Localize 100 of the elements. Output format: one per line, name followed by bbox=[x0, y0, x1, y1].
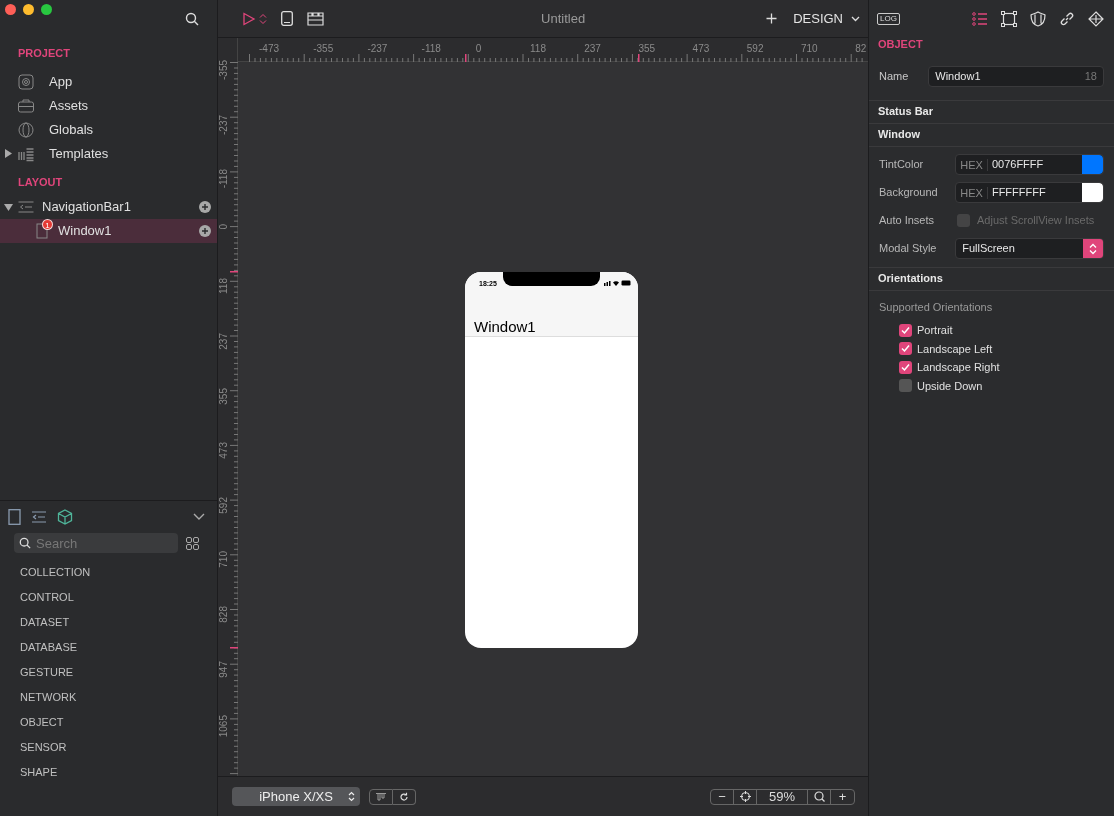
item-label: Assets bbox=[49, 96, 88, 115]
checkbox-label: Adjust ScrollView Insets bbox=[977, 213, 1095, 229]
minimize-button[interactable] bbox=[23, 4, 34, 15]
link-icon[interactable] bbox=[1059, 11, 1075, 27]
checkbox-label: Upside Down bbox=[917, 378, 983, 394]
ruler-label: 592 bbox=[219, 496, 229, 514]
search-icon[interactable] bbox=[185, 12, 199, 26]
disclosure-triangle[interactable] bbox=[4, 202, 13, 212]
ruler-label: -355 bbox=[313, 44, 334, 54]
ruler-label: 355 bbox=[219, 387, 229, 405]
diamond-icon[interactable] bbox=[1088, 11, 1104, 27]
checkbox-label: Landscape Right bbox=[917, 360, 1000, 375]
cube-icon[interactable] bbox=[57, 509, 73, 525]
zoom-button[interactable] bbox=[41, 4, 52, 15]
mode-dropdown[interactable]: DESIGN bbox=[793, 8, 860, 29]
grid-icon[interactable] bbox=[186, 536, 199, 550]
color-field[interactable]: HEX FFFFFFFF bbox=[955, 182, 1104, 203]
stepper-icon bbox=[1083, 239, 1103, 258]
phone-icon[interactable] bbox=[281, 11, 293, 26]
close-button[interactable] bbox=[5, 4, 16, 15]
category-item[interactable]: CONTROL bbox=[20, 589, 74, 606]
section-header: LAYOUT bbox=[17, 174, 64, 190]
plus-icon[interactable] bbox=[766, 13, 778, 24]
navigation-title: Window1 bbox=[474, 317, 536, 337]
section-header: Status Bar bbox=[878, 104, 934, 120]
device-dropdown[interactable]: iPhone X/XS bbox=[232, 787, 360, 806]
category-item[interactable]: DATABASE bbox=[20, 639, 78, 656]
section-header: PROJECT bbox=[17, 46, 71, 61]
frame-icon[interactable] bbox=[1001, 11, 1017, 27]
field-label: Auto Insets bbox=[879, 213, 936, 229]
checkbox[interactable] bbox=[899, 360, 912, 374]
modal-style-dropdown[interactable]: FullScreen bbox=[955, 238, 1104, 259]
ruler-label: 473 bbox=[692, 44, 710, 54]
storyboard-icon[interactable] bbox=[307, 11, 324, 26]
navigation-bar-icon bbox=[18, 199, 34, 215]
templates-icon bbox=[18, 145, 34, 162]
refresh-button[interactable] bbox=[393, 788, 416, 805]
add-icon[interactable] bbox=[199, 201, 211, 213]
ruler-label: 473 bbox=[219, 442, 229, 459]
item-label: Templates bbox=[49, 144, 109, 163]
ruler-label: 592 bbox=[746, 44, 764, 54]
list-icon[interactable] bbox=[31, 509, 47, 525]
section-title: OBJECT bbox=[877, 37, 924, 52]
ruler-label: 355 bbox=[638, 44, 656, 54]
ruler-label: -118 bbox=[219, 169, 229, 189]
ruler-label: -355 bbox=[219, 60, 229, 80]
zoom-level: 59% bbox=[757, 789, 808, 804]
ruler-label: 0 bbox=[219, 223, 229, 230]
zoom-in-button[interactable]: + bbox=[831, 789, 854, 804]
error-badge: 1 bbox=[42, 219, 53, 230]
checkbox[interactable] bbox=[899, 323, 912, 337]
ruler-label: -473 bbox=[259, 44, 279, 54]
ruler-label: -237 bbox=[219, 114, 229, 135]
field-label: Name bbox=[879, 68, 910, 84]
align-button[interactable] bbox=[369, 788, 393, 805]
chevron-down-icon[interactable] bbox=[193, 513, 205, 521]
play-icon[interactable] bbox=[242, 11, 256, 26]
ruler-label: 237 bbox=[584, 44, 601, 54]
search-field[interactable]: Search bbox=[14, 533, 178, 553]
log-button[interactable]: LOG bbox=[877, 13, 900, 25]
shield-icon[interactable] bbox=[1030, 11, 1046, 27]
page-icon[interactable] bbox=[8, 509, 21, 525]
field-label: Supported Orientations bbox=[878, 299, 994, 315]
zoom-out-button[interactable]: − bbox=[711, 789, 734, 804]
color-swatch[interactable] bbox=[1082, 183, 1103, 202]
disclosure-triangle[interactable] bbox=[4, 149, 13, 158]
category-item[interactable]: GESTURE bbox=[20, 664, 74, 681]
ruler-label: 82 bbox=[855, 44, 867, 54]
hex-value: 0076FFFF bbox=[990, 157, 1045, 173]
selected-tree-row[interactable]: 1 Window1 bbox=[0, 219, 217, 243]
hex-value: FFFFFFFF bbox=[990, 185, 1047, 201]
category-item[interactable]: OBJECT bbox=[20, 714, 64, 731]
name-field[interactable]: Window1 18 bbox=[928, 65, 1104, 87]
hex-prefix: HEX bbox=[956, 186, 988, 199]
ruler-label: -237 bbox=[367, 44, 388, 54]
color-swatch[interactable] bbox=[1082, 155, 1103, 174]
ruler-label: 710 bbox=[219, 551, 229, 569]
category-item[interactable]: SENSOR bbox=[20, 739, 67, 756]
ruler-label: -118 bbox=[421, 44, 441, 54]
checkbox[interactable] bbox=[899, 342, 912, 356]
category-item[interactable]: DATASET bbox=[20, 614, 70, 631]
category-item[interactable]: SHAPE bbox=[20, 764, 58, 781]
search-icon bbox=[19, 537, 31, 549]
color-field[interactable]: HEX 0076FFFF bbox=[955, 154, 1104, 175]
section-header: Window bbox=[878, 127, 921, 143]
checkbox[interactable] bbox=[899, 379, 912, 393]
list-icon[interactable] bbox=[972, 11, 988, 27]
ruler-label: 1065 bbox=[219, 715, 229, 738]
category-item[interactable]: NETWORK bbox=[20, 689, 77, 706]
chevron-down-icon bbox=[851, 15, 860, 22]
category-item[interactable]: COLLECTION bbox=[20, 564, 91, 581]
ruler-label: 710 bbox=[801, 44, 818, 54]
columns-icon bbox=[376, 792, 386, 801]
app-icon bbox=[18, 73, 34, 90]
add-icon[interactable] bbox=[199, 225, 211, 237]
status-icons bbox=[604, 280, 632, 286]
ruler-label: 947 bbox=[219, 660, 229, 678]
field-label: Background bbox=[879, 185, 939, 201]
tree-item-label: NavigationBar1 bbox=[42, 198, 132, 217]
hex-prefix: HEX bbox=[956, 158, 988, 171]
